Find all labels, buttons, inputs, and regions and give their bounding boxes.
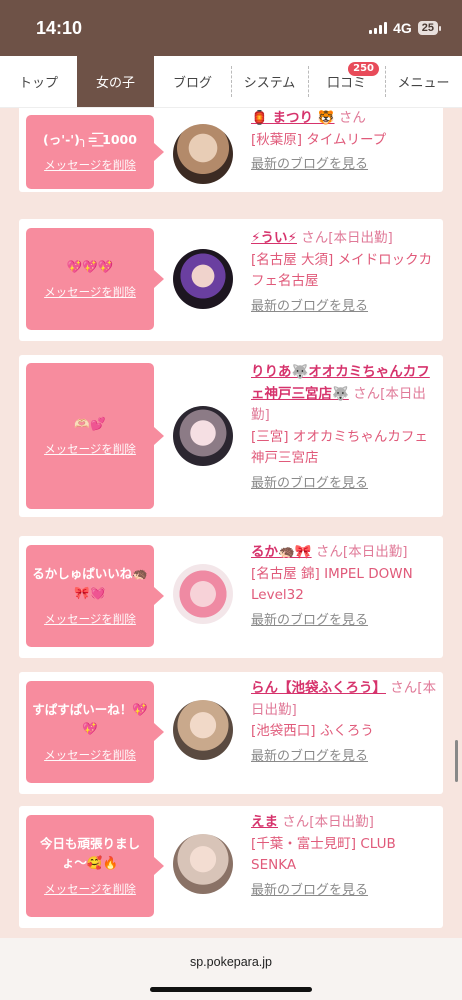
shop-name[interactable]: [秋葉原] タイムリープ — [251, 130, 437, 152]
latest-blog-link[interactable]: 最新のブログを見る — [251, 611, 437, 632]
latest-blog-link[interactable]: 最新のブログを見る — [251, 881, 437, 902]
list-item: 🫶🏻💕 メッセージを削除 りりあ🐺オオカミちゃんカフェ神戸三宮店🐺 さん[本日出… — [19, 355, 443, 517]
nav-blog-label: ブログ — [172, 76, 212, 91]
girl-name-link[interactable]: えま — [251, 814, 278, 830]
avatar[interactable] — [173, 834, 233, 894]
message-text: 💖💖💖 — [66, 258, 114, 274]
browser-address-bar: sp.pokepara.jp — [0, 938, 462, 1000]
home-indicator[interactable] — [150, 987, 312, 992]
girl-info: るか🦔🎀 さん[本日出勤] [名古屋 錦] IMPEL DOWN Level32… — [251, 542, 437, 632]
san-suffix: さん — [338, 110, 366, 126]
reviews-count-badge: 250 — [348, 62, 379, 76]
message-text: 今日も頑張りましょ〜🥰🔥 — [39, 836, 140, 870]
san-suffix: さん[本日出勤] — [301, 230, 393, 246]
list-item: るかしゅぱいいね🦔🎀💓 メッセージを削除 るか🦔🎀 さん[本日出勤] [名古屋 … — [19, 536, 443, 658]
network-type: 4G — [393, 20, 412, 36]
delete-message-link[interactable]: メッセージを削除 — [44, 747, 136, 763]
latest-blog-link[interactable]: 最新のブログを見る — [251, 747, 437, 768]
list-item: (っ'-')╮=͟͟͞͞ 1000 メッセージを削除 🏮 まつり 🐯 さん [秋… — [19, 108, 443, 192]
shop-name[interactable]: [名古屋 錦] IMPEL DOWN Level32 — [251, 564, 437, 607]
girl-info: えま さん[本日出勤] [千葉・富士見町] CLUB SENKA 最新のブログを… — [251, 812, 437, 902]
nav-top-label: トップ — [18, 76, 58, 91]
nav-blog[interactable]: ブログ — [154, 56, 231, 107]
signal-icon — [369, 22, 388, 34]
message-bubble: 今日も頑張りましょ〜🥰🔥 メッセージを削除 — [26, 815, 164, 917]
message-text: (っ'-')╮=͟͟͞͞ 1000 — [43, 131, 137, 147]
girl-name-link[interactable]: らん【池袋ふくろう】 — [251, 680, 386, 696]
avatar[interactable] — [173, 700, 233, 760]
nav-girls[interactable]: 女の子 — [77, 56, 154, 107]
delete-message-link[interactable]: メッセージを削除 — [44, 441, 136, 457]
status-bar: 14:10 4G 25 — [0, 0, 462, 56]
list-item: すぱすぱいーね！💖💖 メッセージを削除 らん【池袋ふくろう】 さん[本日出勤] … — [19, 672, 443, 794]
girl-name-link[interactable]: るか🦔🎀 — [251, 544, 312, 560]
girl-name-link[interactable]: 🏮 まつり 🐯 — [251, 110, 335, 126]
latest-blog-link[interactable]: 最新のブログを見る — [251, 474, 437, 495]
nav-system[interactable]: システム — [231, 56, 308, 107]
scrollbar[interactable] — [455, 740, 458, 782]
status-time: 14:10 — [36, 18, 83, 38]
latest-blog-link[interactable]: 最新のブログを見る — [251, 297, 437, 318]
girl-info: りりあ🐺オオカミちゃんカフェ神戸三宮店🐺 さん[本日出勤] [三宮] オオカミち… — [251, 362, 437, 495]
nav-menu[interactable]: メニュー — [385, 56, 462, 107]
message-text: すぱすぱいーね！💖💖 — [32, 702, 148, 736]
message-bubble: (っ'-')╮=͟͟͞͞ 1000 メッセージを削除 — [26, 115, 164, 189]
nav-menu-label: メニュー — [397, 76, 450, 91]
url-text[interactable]: sp.pokepara.jp — [0, 955, 462, 969]
status-indicators: 4G 25 — [369, 20, 442, 36]
avatar[interactable] — [173, 249, 233, 309]
delete-message-link[interactable]: メッセージを削除 — [44, 284, 136, 300]
delete-message-link[interactable]: メッセージを削除 — [44, 157, 136, 173]
shop-name[interactable]: [名古屋 大須] メイドロックカフェ名古屋 — [251, 250, 437, 293]
favorites-list: (っ'-')╮=͟͟͞͞ 1000 メッセージを削除 🏮 まつり 🐯 さん [秋… — [0, 108, 462, 938]
message-bubble: すぱすぱいーね！💖💖 メッセージを削除 — [26, 681, 164, 783]
avatar[interactable] — [173, 564, 233, 624]
shop-name[interactable]: [池袋西口] ふくろう — [251, 721, 437, 743]
delete-message-link[interactable]: メッセージを削除 — [44, 611, 136, 627]
list-item: 今日も頑張りましょ〜🥰🔥 メッセージを削除 えま さん[本日出勤] [千葉・富士… — [19, 806, 443, 928]
message-text: 🫶🏻💕 — [74, 415, 106, 431]
girl-info: 🏮 まつり 🐯 さん [秋葉原] タイムリープ 最新のブログを見る — [251, 108, 437, 176]
san-suffix: さん[本日出勤] — [315, 544, 408, 560]
nav-top[interactable]: トップ — [0, 56, 77, 107]
list-item: 💖💖💖 メッセージを削除 ⚡うい⚡ さん[本日出勤] [名古屋 大須] メイドロ… — [19, 219, 443, 341]
shop-name[interactable]: [三宮] オオカミちゃんカフェ神戸三宮店 — [251, 427, 437, 470]
avatar[interactable] — [173, 124, 233, 184]
message-text: るかしゅぱいいね🦔🎀💓 — [32, 566, 148, 600]
message-bubble: るかしゅぱいいね🦔🎀💓 メッセージを削除 — [26, 545, 164, 647]
battery-icon: 25 — [417, 21, 442, 35]
girl-info: らん【池袋ふくろう】 さん[本日出勤] [池袋西口] ふくろう 最新のブログを見… — [251, 678, 437, 768]
girl-name-link[interactable]: ⚡うい⚡ — [251, 230, 297, 246]
shop-name[interactable]: [千葉・富士見町] CLUB SENKA — [251, 834, 437, 877]
san-suffix: さん[本日出勤] — [282, 814, 374, 830]
message-bubble: 💖💖💖 メッセージを削除 — [26, 228, 164, 330]
latest-blog-link[interactable]: 最新のブログを見る — [251, 155, 437, 176]
message-bubble: 🫶🏻💕 メッセージを削除 — [26, 363, 164, 509]
nav-reviews[interactable]: 口コミ 250 — [308, 56, 385, 107]
nav-system-label: システム — [243, 76, 296, 91]
avatar[interactable] — [173, 406, 233, 466]
nav-girls-label: 女の子 — [95, 76, 135, 91]
delete-message-link[interactable]: メッセージを削除 — [44, 881, 136, 897]
top-nav: トップ 女の子 ブログ システム 口コミ 250 メニュー — [0, 56, 462, 108]
girl-info: ⚡うい⚡ さん[本日出勤] [名古屋 大須] メイドロックカフェ名古屋 最新のブ… — [251, 228, 437, 318]
